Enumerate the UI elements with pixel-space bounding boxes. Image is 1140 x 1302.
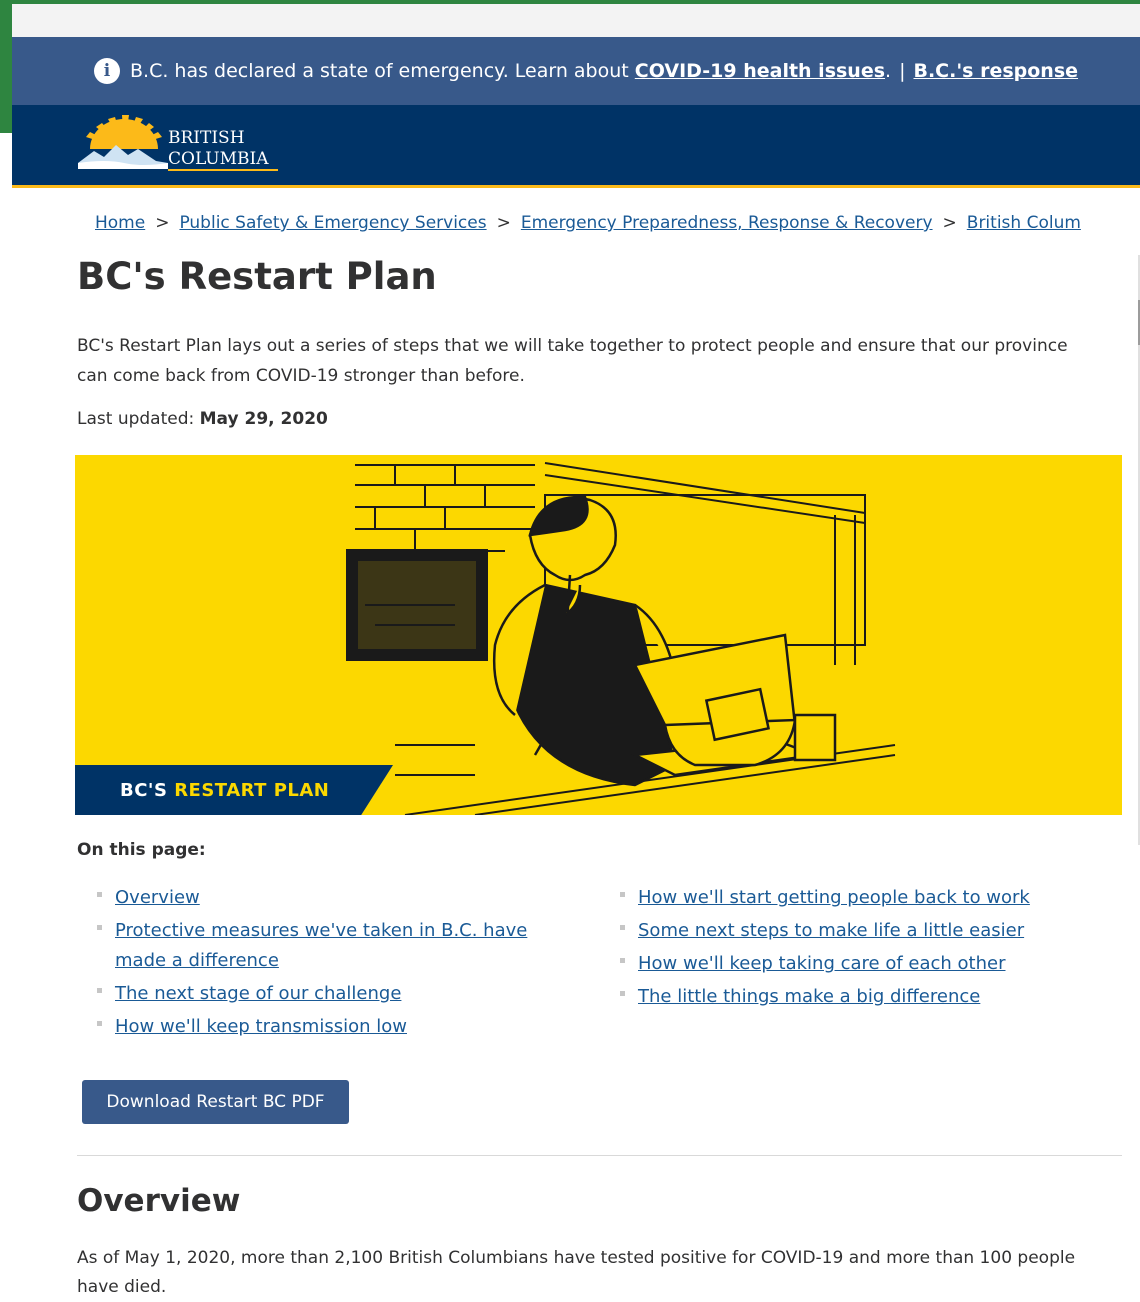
toc-link-transmission[interactable]: How we'll keep transmission low <box>115 1016 407 1037</box>
last-updated-label: Last updated: <box>77 409 195 429</box>
page-title: BC's Restart Plan <box>77 255 437 298</box>
logo-line-2: COLUMBIA <box>168 149 269 169</box>
toc-link-little-things[interactable]: The little things make a big difference <box>638 986 980 1007</box>
list-item: The next stage of our challenge <box>95 979 565 1009</box>
hero-banner-highlight: RESTART PLAN <box>174 780 330 801</box>
toc-link-protective-measures[interactable]: Protective measures we've taken in B.C. … <box>115 920 527 971</box>
breadcrumb-emergency-preparedness[interactable]: Emergency Preparedness, Response & Recov… <box>521 213 933 233</box>
breadcrumb-separator: > <box>496 213 511 233</box>
toc-list-right: How we'll start getting people back to w… <box>618 883 1118 1015</box>
list-item: How we'll keep taking care of each other <box>618 949 1118 979</box>
bc-logo-icon[interactable]: BRITISH COLUMBIA <box>76 113 296 177</box>
list-item: Overview <box>95 883 565 913</box>
breadcrumb-home[interactable]: Home <box>95 213 145 233</box>
alert-period: . <box>885 60 892 82</box>
browser-frame-left <box>0 37 12 133</box>
alert-separator: | <box>899 60 906 82</box>
toc-link-overview[interactable]: Overview <box>115 887 200 908</box>
breadcrumb-separator: > <box>942 213 957 233</box>
logo-line-1: BRITISH <box>168 128 245 148</box>
hero-banner-prefix: BC'S <box>120 780 168 801</box>
intro-paragraph: BC's Restart Plan lays out a series of s… <box>77 336 1068 386</box>
list-item: Protective measures we've taken in B.C. … <box>95 916 565 976</box>
breadcrumb: Home > Public Safety & Emergency Services >… <box>95 213 1140 233</box>
toc-link-back-to-work[interactable]: How we'll start getting people back to w… <box>638 887 1030 908</box>
list-item: How we'll start getting people back to w… <box>618 883 1118 913</box>
overview-heading: Overview <box>77 1183 241 1219</box>
browser-frame-accent <box>560 0 1140 4</box>
download-pdf-button[interactable]: Download Restart BC PDF <box>82 1080 349 1124</box>
toc-link-next-steps[interactable]: Some next steps to make life a little ea… <box>638 920 1024 941</box>
list-item: How we'll keep transmission low <box>95 1012 565 1042</box>
site-header: BRITISH COLUMBIA <box>12 105 1140 188</box>
breadcrumb-separator: > <box>155 213 170 233</box>
sun-rays-icon <box>86 115 162 149</box>
bc-response-link[interactable]: B.C.'s response <box>913 60 1078 82</box>
section-divider <box>77 1155 1122 1156</box>
alert-text: B.C. has declared a state of emergency. … <box>130 60 629 82</box>
on-this-page-label: On this page: <box>77 840 206 860</box>
browser-toolbar-strip <box>12 4 1140 37</box>
covid-health-link[interactable]: COVID-19 health issues <box>635 60 885 82</box>
toc-list-left: Overview Protective measures we've taken… <box>95 883 565 1045</box>
list-item: Some next steps to make life a little ea… <box>618 916 1118 946</box>
last-updated-date: May 29, 2020 <box>199 409 328 429</box>
last-updated: Last updated: May 29, 2020 <box>77 409 328 429</box>
breadcrumb-british-columbia[interactable]: British Colum <box>967 213 1081 233</box>
list-item: The little things make a big difference <box>618 982 1118 1012</box>
overview-paragraph: As of May 1, 2020, more than 2,100 Briti… <box>77 1248 1076 1297</box>
toc-link-next-stage[interactable]: The next stage of our challenge <box>115 983 401 1004</box>
hero-illustration <box>346 462 896 815</box>
info-icon: i <box>94 58 120 84</box>
breadcrumb-public-safety[interactable]: Public Safety & Emergency Services <box>179 213 486 233</box>
hero-image: BC'S RESTART PLAN <box>75 455 1122 815</box>
hero-banner-text: BC'S RESTART PLAN <box>120 780 329 801</box>
toc-link-taking-care[interactable]: How we'll keep taking care of each other <box>638 953 1006 974</box>
emergency-alert-bar: i B.C. has declared a state of emergency… <box>12 37 1140 105</box>
